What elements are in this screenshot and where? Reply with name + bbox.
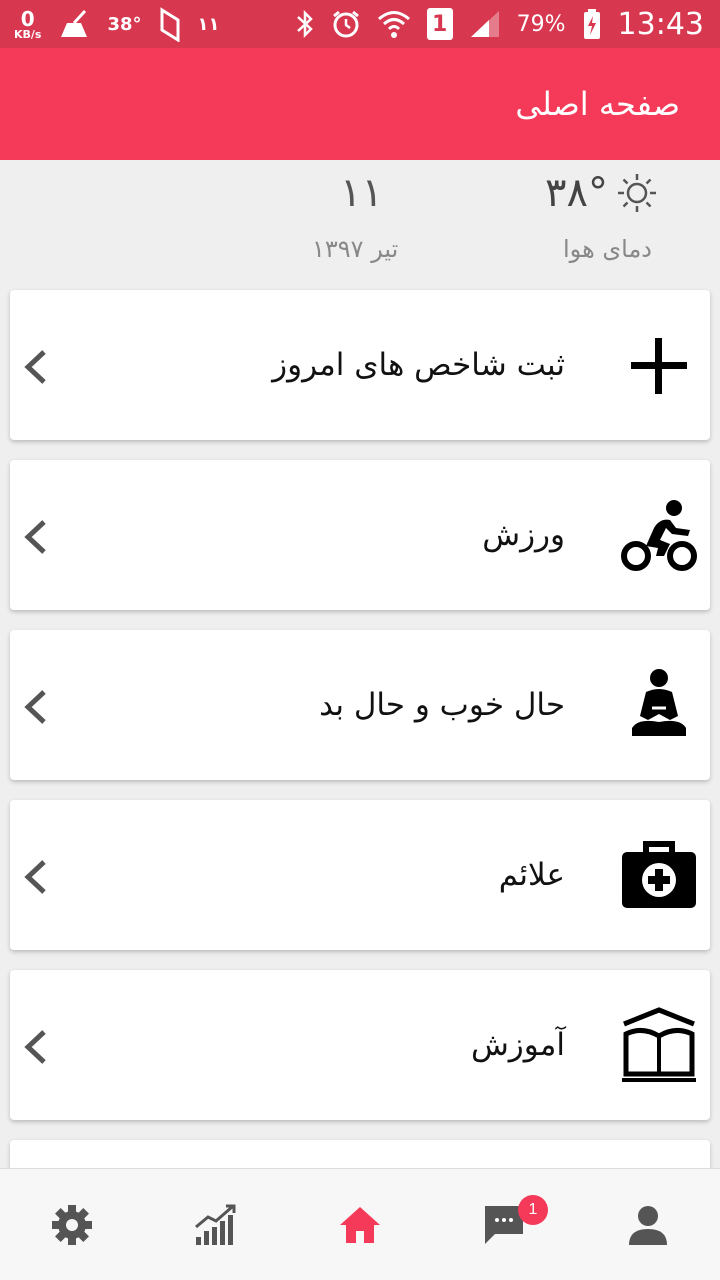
alarm-icon	[332, 10, 359, 38]
nav-stats[interactable]	[166, 1175, 266, 1275]
settings-icon	[52, 1204, 92, 1245]
card-label: ثبت شاخص های امروز	[272, 347, 565, 383]
status-notification-count: ۱۱	[197, 13, 220, 35]
sim-badge: 1	[426, 8, 453, 40]
weather-temperature: ۳۸°	[545, 170, 658, 216]
medical-kit-icon	[622, 841, 696, 908]
clock: 13:43	[617, 6, 704, 42]
bluetooth-icon	[296, 9, 313, 39]
bottom-navigation: 1	[0, 1168, 720, 1280]
status-temp: 38°	[107, 13, 142, 35]
plus-icon	[631, 338, 687, 394]
temperature-value: ۳۸°	[545, 170, 608, 216]
nav-profile[interactable]	[598, 1175, 698, 1275]
card-label: ورزش	[482, 517, 565, 553]
cycling-icon	[621, 500, 697, 571]
book-icon	[622, 1007, 696, 1082]
card-symptoms[interactable]: علائم	[10, 800, 710, 950]
battery-charging-icon	[583, 9, 600, 39]
chevron-left-icon[interactable]	[20, 1028, 50, 1066]
app-bar: صفحه اصلی	[0, 48, 720, 160]
card-record-indicators[interactable]: ثبت شاخص های امروز	[10, 290, 710, 440]
month-year: تیر ۱۳۹۷	[312, 235, 399, 263]
status-left: 0 KB/s 38° ۱۱	[14, 6, 220, 42]
weather-label: دمای هوا	[563, 235, 652, 263]
chevron-left-icon[interactable]	[20, 518, 50, 556]
wifi-icon	[377, 11, 410, 38]
chart-icon	[195, 1204, 236, 1245]
chevron-left-icon[interactable]	[20, 858, 50, 896]
menu-list: ثبت شاخص های امروز ورزش حال خوب و حال بد…	[10, 290, 710, 1200]
home-icon	[340, 1206, 380, 1243]
notification-flag-icon	[160, 7, 180, 42]
sun-icon	[618, 174, 656, 212]
signal-icon	[470, 11, 499, 37]
page-title: صفحه اصلی	[515, 85, 680, 123]
cleaner-icon	[61, 9, 88, 37]
profile-icon	[629, 1205, 667, 1245]
card-mood[interactable]: حال خوب و حال بد	[10, 630, 710, 780]
chevron-left-icon[interactable]	[20, 688, 50, 726]
info-panel: ۳۸° دمای هوا ۱۱ تیر ۱۳۹۷	[0, 160, 720, 290]
network-speed-value: 0	[20, 6, 35, 31]
nav-home[interactable]	[310, 1175, 410, 1275]
card-label: علائم	[498, 857, 565, 893]
day-number: ۱۱	[340, 170, 383, 216]
card-exercise[interactable]: ورزش	[10, 460, 710, 610]
nav-messages[interactable]: 1	[454, 1175, 554, 1275]
status-bar: 0 KB/s 38° ۱۱ 1 79% 13:43	[0, 0, 720, 48]
meditation-icon	[632, 669, 686, 736]
card-label: آموزش	[470, 1027, 565, 1063]
chevron-left-icon[interactable]	[20, 348, 50, 386]
network-speed-unit: KB/s	[14, 27, 42, 41]
battery-percent: 79%	[516, 11, 566, 37]
card-label: حال خوب و حال بد	[319, 687, 565, 723]
card-education[interactable]: آموزش	[10, 970, 710, 1120]
network-speed: 0 KB/s	[14, 9, 41, 40]
chat-badge: 1	[518, 1194, 548, 1225]
status-right: 1 79% 13:43	[295, 7, 704, 42]
nav-settings[interactable]	[22, 1175, 122, 1275]
